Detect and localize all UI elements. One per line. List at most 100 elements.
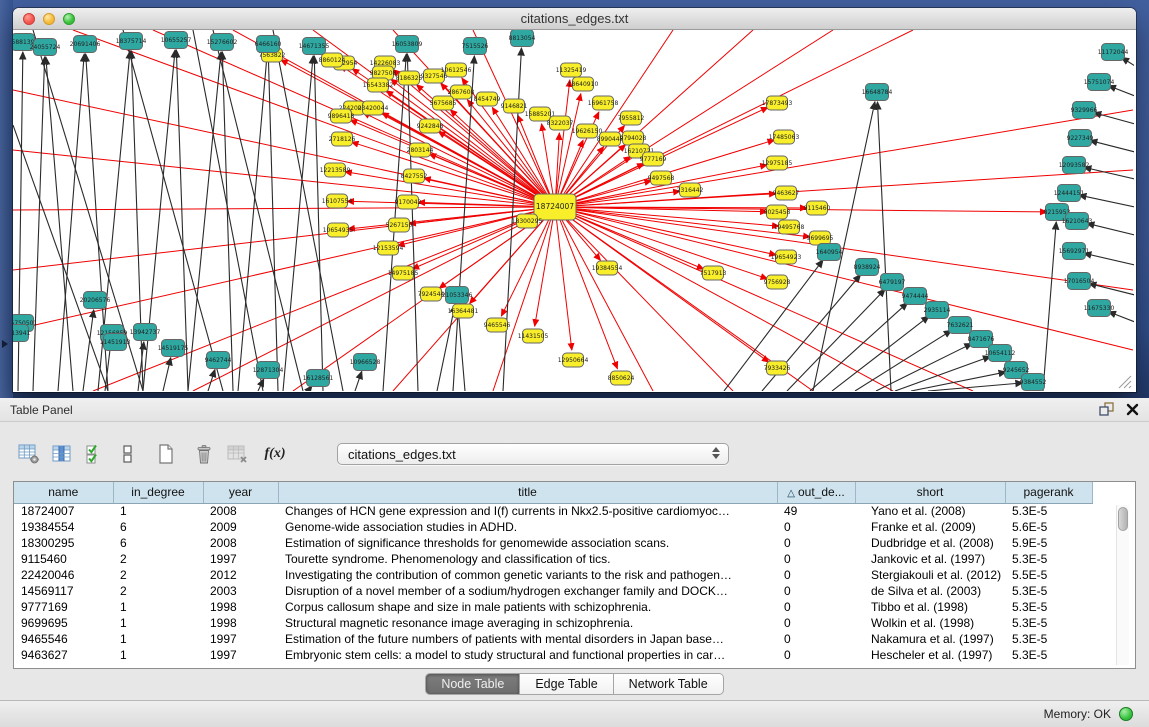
svg-text:16543382: 16543382 [363, 82, 394, 89]
svg-text:9384552: 9384552 [1020, 379, 1047, 386]
svg-text:16364481: 16364481 [448, 308, 479, 315]
svg-text:17485063: 17485063 [769, 134, 800, 141]
svg-text:19626150: 19626150 [572, 128, 603, 135]
svg-text:14519175: 14519175 [158, 345, 189, 352]
window-title: citations_edges.txt [13, 8, 1136, 30]
window-titlebar[interactable]: citations_edges.txt [13, 8, 1136, 30]
node-table-grid[interactable]: namein_degreeyeartitle△out_de...shortpag… [14, 482, 1092, 663]
tab-edge-table[interactable]: Edge Table [520, 673, 613, 695]
svg-text:9777169: 9777169 [640, 156, 667, 163]
table-row[interactable]: 946362711997Embryonic stem cells: a mode… [14, 647, 1092, 663]
svg-text:7632621: 7632621 [947, 322, 974, 329]
svg-text:18375714: 18375714 [116, 38, 147, 45]
svg-text:9474444: 9474444 [902, 293, 929, 300]
panel-edge-strip [0, 0, 13, 398]
table-settings-icon[interactable] [16, 441, 42, 467]
svg-text:10612546: 10612546 [441, 67, 472, 74]
svg-text:21053346: 21053346 [442, 292, 473, 299]
svg-text:6479197: 6479197 [879, 279, 906, 286]
panel-collapse-arrow-icon[interactable] [2, 340, 8, 348]
column-header-name[interactable]: name [14, 482, 113, 503]
svg-text:9245652: 9245652 [1003, 367, 1030, 374]
tab-network-table[interactable]: Network Table [614, 673, 724, 695]
svg-text:11431505: 11431505 [518, 333, 549, 340]
svg-text:2803144: 2803144 [407, 147, 434, 154]
svg-text:23420044: 23420044 [358, 105, 389, 112]
select-column-icon[interactable] [49, 441, 75, 467]
svg-text:9756928: 9756928 [764, 279, 791, 286]
table-row[interactable]: 1938455462009Genome-wide association stu… [14, 519, 1092, 535]
column-header-out-de-[interactable]: △out_de... [777, 482, 855, 503]
table-row[interactable]: 977716911998Corpus callosum shape and si… [14, 599, 1092, 615]
svg-text:16961758: 16961758 [588, 100, 619, 107]
table-scrollbar[interactable] [1116, 505, 1129, 665]
svg-text:7933426: 7933426 [764, 365, 791, 372]
column-header-short[interactable]: short [855, 482, 1005, 503]
combo-arrows-icon [712, 447, 720, 459]
svg-text:12950664: 12950664 [558, 357, 589, 364]
svg-text:9827508: 9827508 [370, 70, 397, 77]
table-panel-header: Table Panel [0, 398, 1149, 422]
select-all-rows-icon[interactable] [82, 441, 108, 467]
table-row[interactable]: 1830029562008Estimation of significance … [14, 535, 1092, 551]
svg-text:17873493: 17873493 [762, 100, 793, 107]
function-builder-icon[interactable]: f(x) [262, 441, 288, 467]
svg-text:9115460: 9115460 [804, 205, 831, 212]
svg-text:8186325: 8186325 [396, 75, 423, 82]
table-row[interactable]: 2242004622012Investigating the contribut… [14, 567, 1092, 583]
column-header-year[interactable]: year [203, 482, 278, 503]
float-panel-icon[interactable] [1098, 402, 1114, 417]
svg-text:19384554: 19384554 [592, 265, 623, 272]
svg-text:2935114: 2935114 [924, 307, 951, 314]
unselect-rows-icon[interactable] [115, 441, 141, 467]
svg-text:9794028: 9794028 [620, 135, 647, 142]
svg-text:8471676: 8471676 [968, 336, 995, 343]
delete-table-icon[interactable] [191, 441, 217, 467]
svg-text:9313941: 9313941 [13, 330, 31, 337]
tab-node-table[interactable]: Node Table [425, 673, 520, 695]
table-row[interactable]: 1456911722003Disruption of a novel membe… [14, 583, 1092, 599]
table-header-row[interactable]: namein_degreeyeartitle△out_de...shortpag… [14, 482, 1092, 503]
svg-text:8454749: 8454749 [474, 96, 501, 103]
svg-text:20206576: 20206576 [80, 297, 111, 304]
memory-ok-indicator [1119, 707, 1133, 721]
svg-text:12153594: 12153594 [373, 245, 404, 252]
svg-text:15276602: 15276602 [207, 39, 238, 46]
svg-text:10654112: 10654112 [985, 350, 1016, 357]
create-table-icon[interactable] [153, 441, 179, 467]
column-header-in-degree[interactable]: in_degree [113, 482, 203, 503]
svg-text:14671355: 14671355 [299, 43, 330, 50]
svg-text:2316442: 2316442 [677, 187, 704, 194]
svg-text:1640954: 1640954 [816, 249, 843, 256]
table-selector-value: citations_edges.txt [348, 447, 456, 462]
table-row[interactable]: 969969511998Structural magnetic resonanc… [14, 615, 1092, 631]
svg-text:7955812: 7955812 [618, 115, 645, 122]
window-resize-grip-icon[interactable] [1119, 376, 1131, 388]
destroy-table-icon[interactable] [224, 441, 250, 467]
table-row[interactable]: 946554611997Estimation of the future num… [14, 631, 1092, 647]
svg-text:9025458: 9025458 [764, 209, 791, 216]
svg-text:9242848: 9242848 [417, 123, 444, 130]
column-header-pagerank[interactable]: pagerank [1005, 482, 1092, 503]
node-table[interactable]: namein_degreeyeartitle△out_de...shortpag… [13, 481, 1136, 669]
network-window[interactable]: citations_edges.txt 18724007183002951938… [13, 8, 1136, 392]
svg-text:12871304: 12871304 [253, 367, 284, 374]
svg-text:16210643: 16210643 [1062, 218, 1093, 225]
table-row[interactable]: 911546021997Tourette syndrome. Phenomeno… [14, 551, 1092, 567]
column-header-title[interactable]: title [278, 482, 777, 503]
memory-status-label: Memory: OK [1044, 707, 1111, 721]
svg-text:8322037: 8322037 [547, 120, 574, 127]
table-panel: Table Panel [0, 398, 1149, 700]
panel-title: Table Panel [10, 403, 73, 417]
table-scrollbar-thumb[interactable] [1118, 507, 1128, 531]
network-canvas[interactable]: 1872400718300295193845545912954142260839… [13, 30, 1134, 391]
close-panel-icon[interactable] [1126, 403, 1139, 416]
svg-text:12093582: 12093582 [1059, 162, 1090, 169]
svg-text:24055724: 24055724 [30, 44, 61, 51]
table-row[interactable]: 1872400712008Changes of HCN gene express… [14, 503, 1092, 519]
svg-text:20691406: 20691406 [70, 41, 101, 48]
table-selector[interactable]: citations_edges.txt [337, 443, 729, 465]
svg-text:10655257: 10655257 [161, 37, 192, 44]
svg-text:18724007: 18724007 [536, 202, 574, 211]
network-desktop: citations_edges.txt 18724007183002951938… [0, 0, 1149, 398]
